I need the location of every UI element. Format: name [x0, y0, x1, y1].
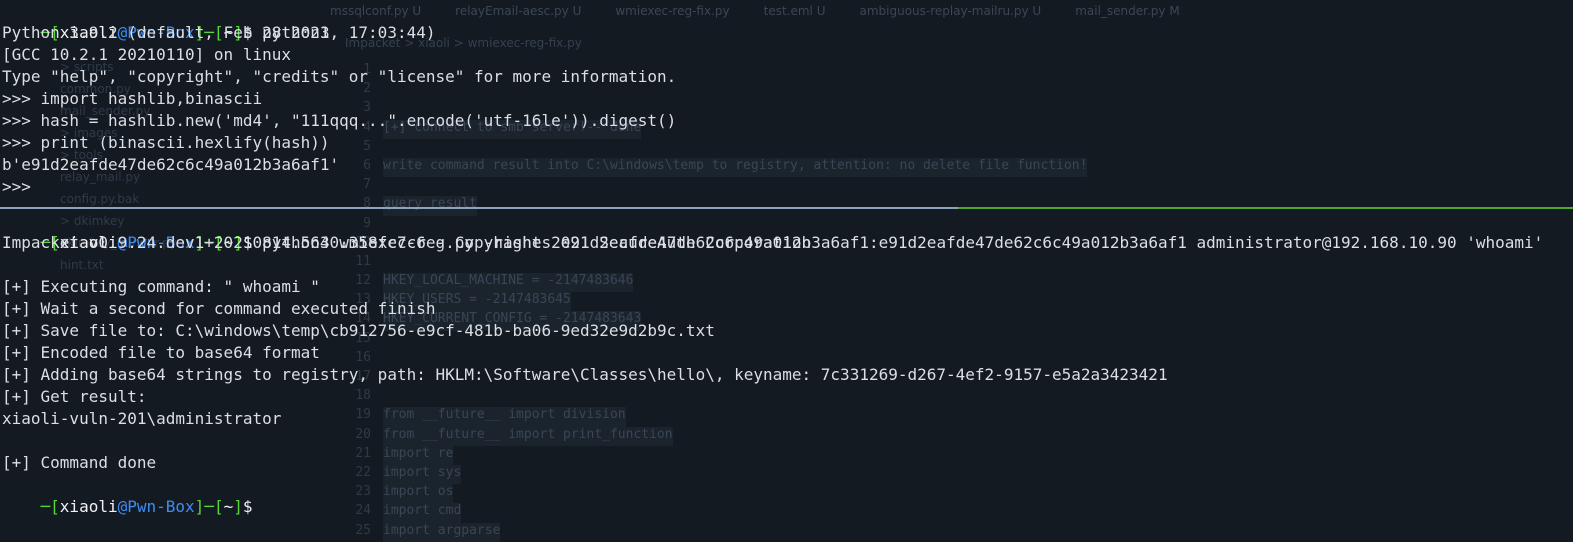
output-line: [+] Executing command: " whoami ": [2, 277, 320, 296]
terminal-pane-top[interactable]: ─[xiaoli@Pwn-Box]─[~]$ python3 Python 3.…: [0, 0, 1573, 206]
prompt-line: ─[xiaoli@Pwn-Box]─[~]$ python3: [40, 23, 330, 42]
output-line: >>>: [2, 177, 31, 196]
output-line: >>> hash = hashlib.new('md4', "111qqq...…: [2, 111, 677, 130]
terminal-output: Python 3.9.2 (default, Feb 28 2021, 17:0…: [0, 22, 1573, 198]
output-line: b'e91d2eafde47de62c6c49a012b3a6af1': [2, 155, 340, 174]
output-line: >>> print (binascii.hexlify(hash)): [2, 133, 330, 152]
output-line: [+] Save file to: C:\windows\temp\cb9127…: [2, 321, 715, 340]
output-line: xiaoli-vuln-201\administrator: [2, 409, 282, 428]
terminal-output: Impacket v0.9.24.dev1+20210814.5640.358f…: [0, 232, 1573, 474]
output-line: [+] Wait a second for command executed f…: [2, 299, 436, 318]
prompt-dir: ~: [223, 497, 234, 516]
output-line: [+] Get result:: [2, 387, 147, 406]
output-line: [+] Command done: [2, 453, 157, 472]
output-line: >>> import hashlib,binascii: [2, 89, 263, 108]
prompt-host: Pwn-Box: [127, 497, 195, 516]
prompt-line-current[interactable]: ─[xiaoli@Pwn-Box]─[~]$: [0, 474, 1573, 516]
pane-divider-active[interactable]: [958, 207, 1573, 209]
prompt-line: ─[xiaoli@Pwn-Box]─[~]$ python3 wmiexec-r…: [40, 233, 1544, 252]
output-line: [GCC 10.2.1 20210110] on linux: [2, 45, 291, 64]
output-line: Type "help", "copyright", "credits" or "…: [2, 67, 677, 86]
output-line: Python 3.9.2 (default, Feb 28 2021, 17:0…: [2, 23, 436, 42]
pane-divider[interactable]: [0, 207, 958, 209]
prompt-user: xiaoli: [59, 497, 118, 516]
terminal-pane-bottom[interactable]: ─[xiaoli@Pwn-Box]─[~]$ python3 wmiexec-r…: [0, 210, 1573, 529]
output-line: [+] Encoded file to base64 format: [2, 343, 320, 362]
output-line: [+] Adding base64 strings to registry, p…: [2, 365, 1168, 384]
